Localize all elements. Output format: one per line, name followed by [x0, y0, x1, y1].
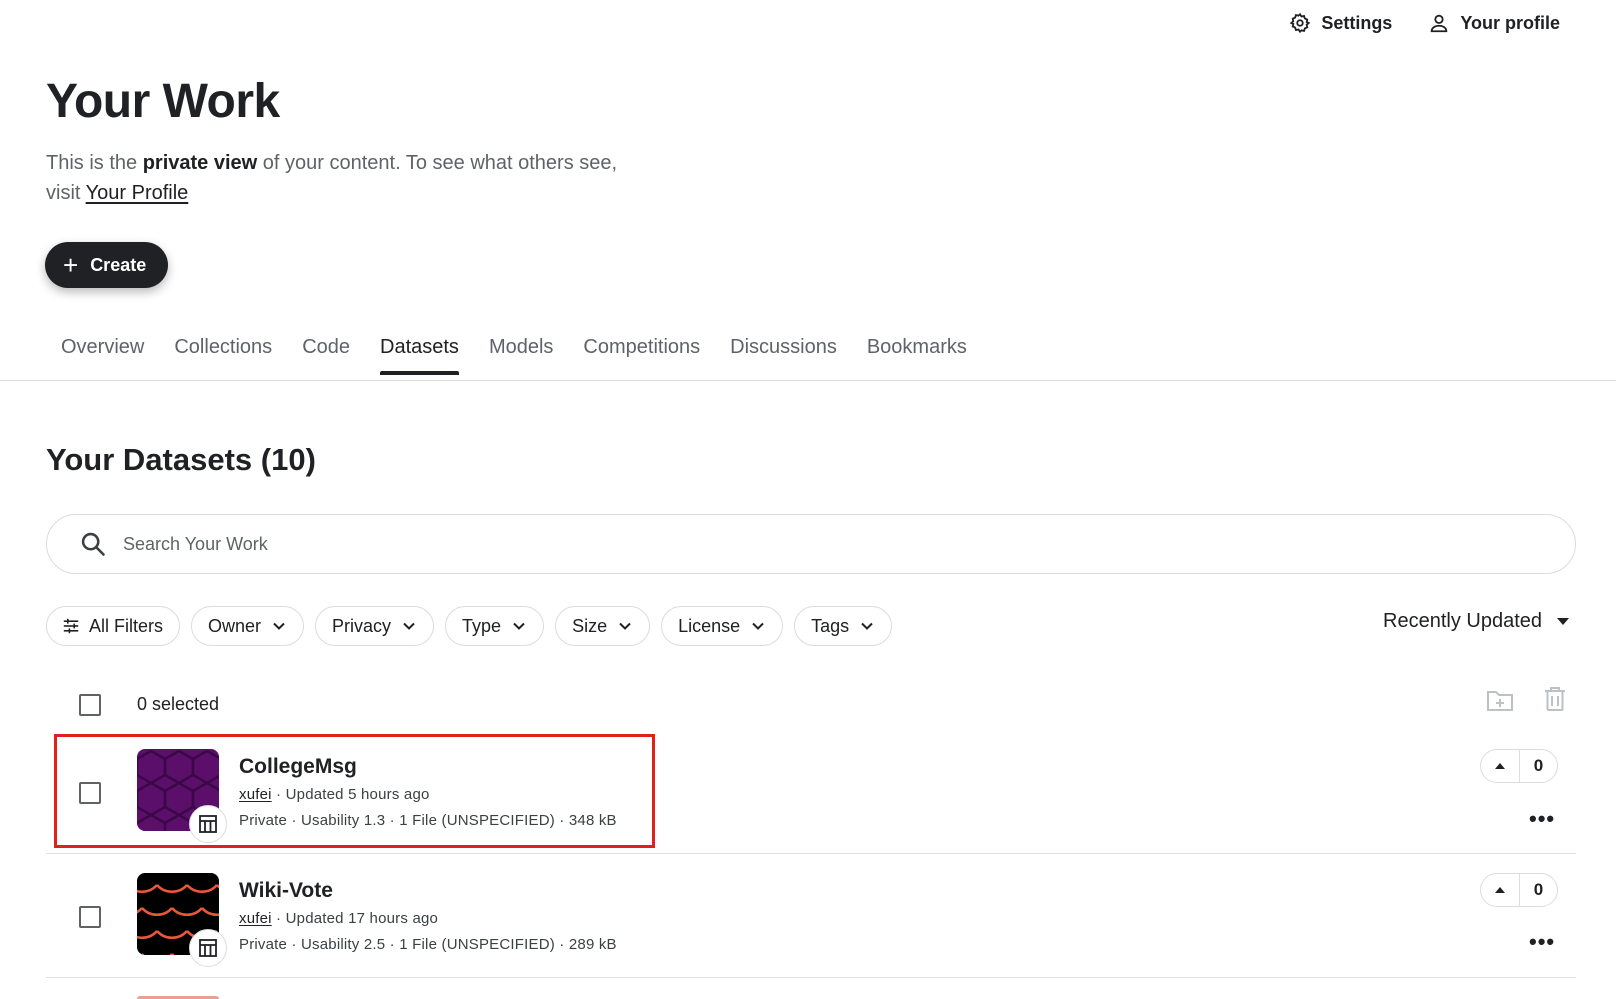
filter-label: License [678, 615, 741, 636]
table-icon [199, 939, 217, 957]
filter-label: All Filters [89, 615, 164, 636]
plus-icon: + [63, 250, 79, 280]
filter-label: Tags [811, 615, 850, 636]
more-options-icon[interactable]: ••• [1529, 806, 1555, 832]
intro-text: This is the private view of your content… [46, 148, 636, 208]
tab-competitions[interactable]: Competitions [568, 326, 715, 375]
filter-license[interactable]: License [661, 606, 784, 646]
vote-count: 0 [1533, 756, 1544, 775]
tab-code[interactable]: Code [287, 326, 365, 375]
create-button[interactable]: + Create [45, 242, 169, 288]
intro-bold: private view [142, 152, 258, 174]
chevron-down-icon [403, 622, 415, 630]
updated-text: · Updated 5 hours ago [271, 786, 430, 803]
dataset-details: Private · Usability 2.5 · 1 File (UNSPEC… [239, 936, 617, 953]
dataset-details: Private · Usability 1.3 · 1 File (UNSPEC… [239, 812, 617, 829]
row-checkbox[interactable] [79, 782, 101, 804]
settings-label: Settings [1321, 12, 1393, 33]
table-icon [199, 815, 217, 833]
create-label: Create [90, 254, 147, 275]
owner-link[interactable]: xufei [239, 910, 272, 927]
move-to-collection-icon[interactable] [1486, 688, 1514, 717]
filter-all-filters[interactable]: All Filters [46, 606, 181, 646]
intro-pre: This is the [46, 152, 143, 174]
filter-label: Privacy [332, 615, 392, 636]
updated-text: · Updated 17 hours ago [271, 910, 439, 927]
caret-up-icon [1495, 763, 1505, 769]
sort-dropdown[interactable]: Recently Updated [1383, 610, 1570, 633]
tab-overview[interactable]: Overview [46, 326, 159, 375]
dataset-title[interactable]: CollegeMsg [239, 755, 357, 779]
tab-bar: Overview Collections Code Datasets Models Com… [46, 326, 982, 375]
filter-type[interactable]: Type [445, 606, 545, 646]
your-profile-link[interactable]: Your profile [1428, 12, 1560, 34]
caret-up-icon [1495, 887, 1505, 893]
filter-tags[interactable]: Tags [794, 606, 893, 646]
select-all-checkbox[interactable] [79, 694, 101, 716]
tab-datasets[interactable]: Datasets [365, 326, 474, 375]
page-title: Your Work [46, 75, 280, 128]
filter-owner[interactable]: Owner [191, 606, 305, 646]
dataset-owner-line: xufei · Updated 5 hours ago [239, 786, 430, 803]
upvote-control: 0 [1480, 873, 1558, 907]
vote-count: 0 [1533, 880, 1544, 899]
tab-bookmarks[interactable]: Bookmarks [852, 326, 982, 375]
chevron-down-icon [861, 622, 873, 630]
upvote-button[interactable] [1481, 874, 1520, 906]
owner-link[interactable]: xufei [239, 786, 272, 803]
tabs-divider [0, 380, 1616, 381]
filter-privacy[interactable]: Privacy [315, 606, 435, 646]
search-input[interactable] [121, 532, 1425, 556]
chevron-down-icon [273, 622, 285, 630]
sliders-icon [63, 618, 79, 634]
user-icon [1431, 14, 1448, 33]
dataset-title[interactable]: Wiki-Vote [239, 879, 333, 903]
row-divider [46, 853, 1576, 854]
chevron-down-icon [513, 622, 525, 630]
your-profile-inline-link[interactable]: Your Profile [86, 182, 189, 204]
settings-link[interactable]: Settings [1289, 12, 1392, 34]
delete-icon[interactable] [1544, 686, 1566, 717]
tab-collections[interactable]: Collections [159, 326, 287, 375]
sort-label: Recently Updated [1383, 610, 1542, 632]
search-icon [81, 532, 105, 556]
gear-icon [1289, 12, 1311, 34]
selected-count: 0 selected [137, 694, 220, 714]
filter-bar: All Filters Owner Privacy Type Size License Ta… [46, 606, 893, 646]
search-box[interactable] [46, 514, 1576, 574]
dataset-type-badge [189, 805, 227, 843]
dataset-type-badge [189, 929, 227, 967]
chevron-down-icon [619, 622, 631, 630]
more-options-icon[interactable]: ••• [1529, 929, 1555, 955]
row-checkbox[interactable] [79, 906, 101, 928]
filter-label: Owner [208, 615, 262, 636]
tab-discussions[interactable]: Discussions [715, 326, 852, 375]
filter-label: Type [462, 615, 502, 636]
dataset-owner-line: xufei · Updated 17 hours ago [239, 910, 438, 927]
filter-label: Size [572, 615, 608, 636]
upvote-control: 0 [1480, 749, 1558, 783]
tab-models[interactable]: Models [474, 326, 568, 375]
your-profile-label: Your profile [1460, 12, 1560, 33]
chevron-down-icon [752, 622, 764, 630]
caret-down-icon [1557, 617, 1569, 625]
row-divider [46, 977, 1576, 978]
section-title: Your Datasets (10) [46, 442, 316, 477]
top-nav: Settings Your profile [1289, 12, 1560, 34]
filter-size[interactable]: Size [555, 606, 651, 646]
upvote-button[interactable] [1481, 750, 1520, 782]
